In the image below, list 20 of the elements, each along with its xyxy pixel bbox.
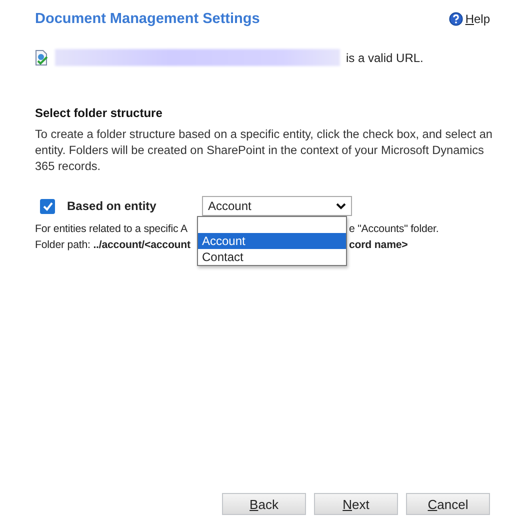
next-button[interactable]: Next bbox=[314, 493, 398, 515]
cancel-button[interactable]: Cancel bbox=[406, 493, 490, 515]
note-text: Folder path: ../account/<account bbox=[35, 238, 192, 253]
dropdown-option[interactable]: Contact bbox=[198, 249, 346, 265]
section-heading: Select folder structure bbox=[35, 106, 164, 120]
help-link[interactable]: Help bbox=[449, 12, 490, 26]
page-title: Document Management Settings bbox=[35, 11, 260, 27]
url-valid-message: is a valid URL. bbox=[346, 50, 424, 64]
checkbox-label: Based on entity bbox=[67, 199, 158, 213]
dropdown-option[interactable]: Account bbox=[198, 233, 346, 249]
help-icon bbox=[449, 12, 464, 26]
note-text: e "Accounts" folder. bbox=[349, 222, 440, 237]
note-text: For entities related to a specific A bbox=[35, 222, 188, 237]
entity-dropdown[interactable]: Account bbox=[202, 196, 352, 216]
back-button[interactable]: Back bbox=[222, 493, 306, 515]
entity-checkbox[interactable] bbox=[40, 198, 55, 214]
chevron-down-icon bbox=[336, 202, 346, 210]
section-description: To create a folder structure based on a specific entity, click the check box, and select an entity. Folders will be created on SharePoint in the context of your Microsoft Dynamics 365 records. bbox=[35, 126, 494, 174]
document-check-icon bbox=[35, 50, 49, 66]
note-text: cord name> bbox=[349, 238, 409, 253]
